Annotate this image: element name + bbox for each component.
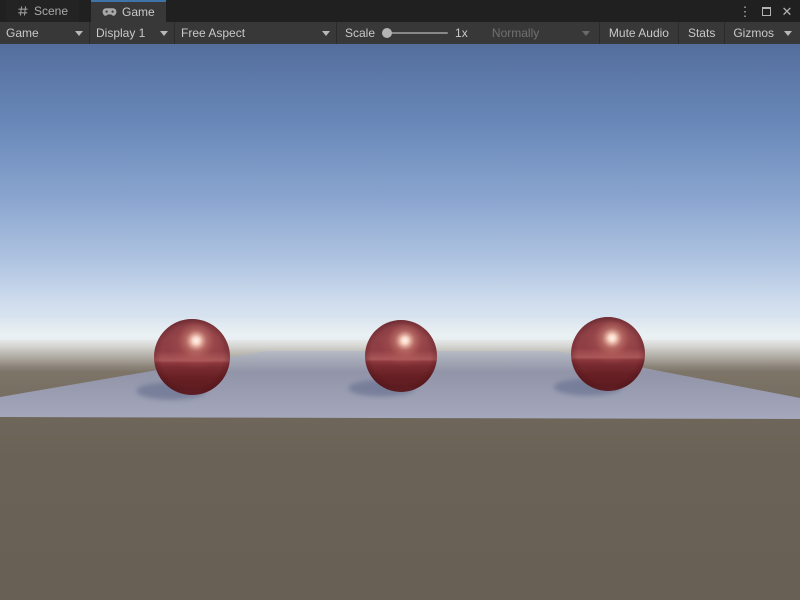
window-controls: ⋮ ✕ bbox=[738, 0, 800, 22]
scale-value: 1x bbox=[455, 26, 468, 40]
scale-control: Scale 1x bbox=[337, 22, 476, 44]
display-dropdown-label: Display 1 bbox=[96, 26, 145, 40]
sphere-rim bbox=[571, 317, 645, 391]
game-mode-dropdown-label: Game bbox=[6, 26, 39, 40]
display-dropdown[interactable]: Display 1 bbox=[90, 22, 174, 44]
game-viewport[interactable] bbox=[0, 44, 800, 600]
aspect-ratio-dropdown[interactable]: Free Aspect bbox=[175, 22, 336, 44]
chevron-down-icon bbox=[582, 31, 590, 36]
mute-audio-button-label: Mute Audio bbox=[609, 26, 669, 40]
kebab-menu-icon[interactable]: ⋮ bbox=[738, 3, 752, 19]
close-icon[interactable]: ✕ bbox=[780, 3, 794, 19]
chevron-down-icon bbox=[784, 31, 792, 36]
rendered-scene bbox=[0, 44, 800, 600]
tab-strip: Scene Game ⋮ ✕ bbox=[0, 0, 800, 22]
chevron-down-icon bbox=[75, 31, 83, 36]
scale-slider[interactable] bbox=[382, 22, 448, 44]
tab-scene[interactable]: Scene bbox=[6, 0, 79, 22]
gizmos-dropdown-label: Gizmos bbox=[733, 26, 774, 40]
stats-button-label: Stats bbox=[688, 26, 715, 40]
chevron-down-icon bbox=[322, 31, 330, 36]
scale-label: Scale bbox=[345, 26, 375, 40]
game-mode-dropdown[interactable]: Game bbox=[0, 22, 89, 44]
tab-scene-label: Scene bbox=[34, 4, 68, 18]
chevron-down-icon bbox=[160, 31, 168, 36]
stats-button[interactable]: Stats bbox=[679, 22, 724, 44]
gamepad-icon bbox=[102, 7, 117, 17]
sky bbox=[0, 44, 800, 354]
tab-game-label: Game bbox=[122, 5, 155, 19]
scale-slider-handle[interactable] bbox=[382, 28, 392, 38]
game-view-toolbar: Game Display 1 Free Aspect Scale 1x Norm… bbox=[0, 22, 800, 44]
play-mode-dropdown: Normally bbox=[486, 22, 596, 44]
sphere-rim bbox=[365, 320, 437, 392]
unity-game-window: Scene Game ⋮ ✕ Game Display 1 bbox=[0, 0, 800, 600]
aspect-ratio-dropdown-label: Free Aspect bbox=[181, 26, 245, 40]
sphere-rim bbox=[154, 319, 230, 395]
tabbar-spacer bbox=[166, 0, 738, 22]
maximize-icon[interactable] bbox=[759, 3, 773, 19]
gizmos-dropdown[interactable]: Gizmos bbox=[725, 22, 800, 44]
play-mode-dropdown-label: Normally bbox=[492, 26, 539, 40]
mute-audio-button[interactable]: Mute Audio bbox=[600, 22, 678, 44]
grid-icon bbox=[17, 5, 29, 17]
toolbar-spacer bbox=[476, 22, 486, 44]
tab-game[interactable]: Game bbox=[91, 0, 166, 22]
